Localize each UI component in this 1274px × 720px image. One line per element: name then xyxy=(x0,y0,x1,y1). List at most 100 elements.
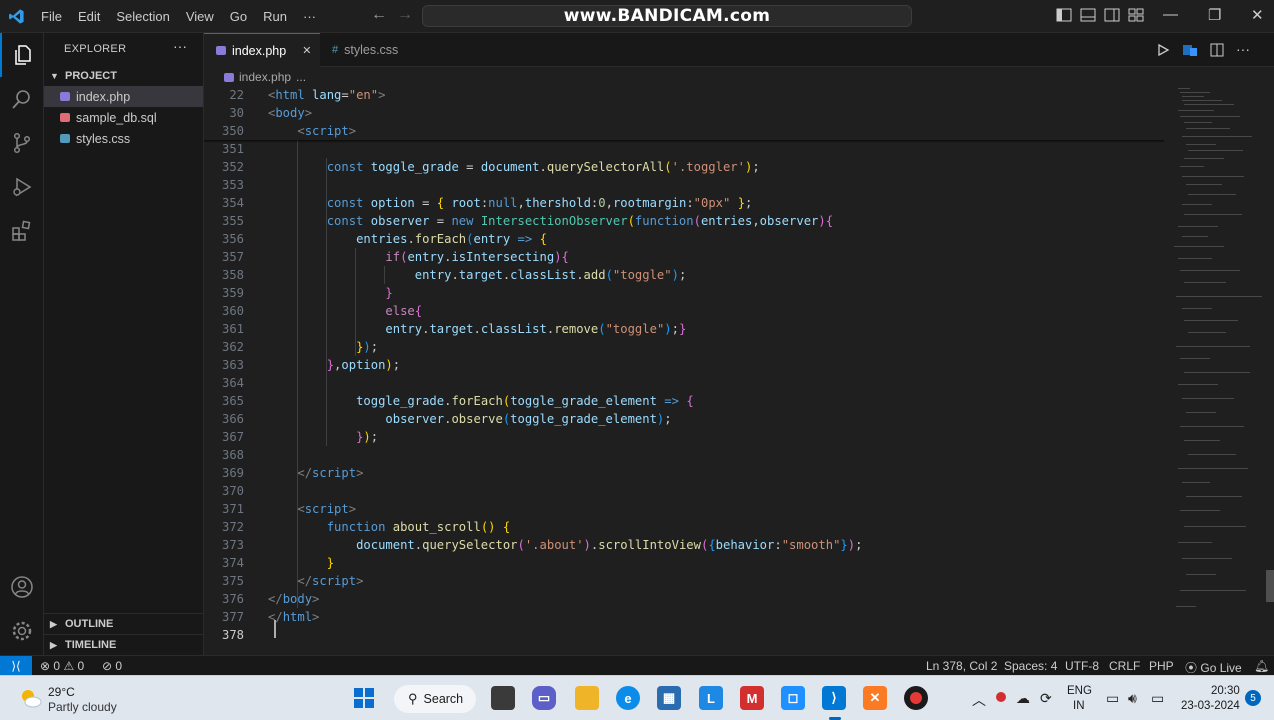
file-item-index-php[interactable]: index.php xyxy=(44,86,203,107)
back-arrow-icon[interactable]: ← xyxy=(371,6,387,24)
clock-time[interactable]: 20:30 xyxy=(1211,685,1240,697)
project-folder-label: PROJECT xyxy=(65,70,117,82)
broadcast-icon: ⦿ xyxy=(1185,661,1198,675)
line-ending[interactable]: CRLF xyxy=(1109,659,1140,673)
file-item-sample-db-sql[interactable]: sample_db.sql xyxy=(44,107,203,128)
language-mode[interactable]: PHP xyxy=(1149,659,1174,673)
editor-tabs: index.php ✕ # styles.css ··· xyxy=(204,33,1274,67)
explorer-icon[interactable] xyxy=(0,33,44,77)
menu-more[interactable]: ··· xyxy=(295,0,324,33)
toggle-panel-icon[interactable] xyxy=(1080,8,1096,22)
more-actions-icon[interactable]: ··· xyxy=(1236,42,1250,57)
toggle-sidebar-icon[interactable] xyxy=(1056,8,1072,22)
code-line: 356 entries.forEach(entry => { xyxy=(204,230,1164,248)
open-preview-icon[interactable] xyxy=(1182,43,1198,57)
php-file-icon xyxy=(216,46,226,55)
task-view-icon[interactable] xyxy=(491,686,515,710)
code-editor[interactable]: 22 <html lang="en"> 30 <body> 350 <script>… xyxy=(204,86,1164,655)
sync-icon[interactable]: ⟳ xyxy=(1040,690,1052,707)
notifications-bell-icon[interactable]: 🔔︎ xyxy=(1254,659,1269,673)
timeline-section-header[interactable]: ▶ TIMELINE xyxy=(50,639,116,651)
xampp-icon[interactable]: ✕ xyxy=(863,686,887,710)
weather-temp[interactable]: 29°C xyxy=(48,685,75,699)
store-icon[interactable]: ▦ xyxy=(657,686,681,710)
split-editor-icon[interactable] xyxy=(1210,43,1224,57)
code-line: 371 <script> xyxy=(204,500,1164,518)
bandicam-icon[interactable] xyxy=(904,686,928,710)
input-language-1[interactable]: ENG xyxy=(1067,685,1092,697)
run-file-icon[interactable] xyxy=(1156,43,1170,57)
notification-badge[interactable]: 5 xyxy=(1245,690,1261,706)
taskbar-search[interactable]: ⚲ Search xyxy=(394,685,476,713)
volume-icon[interactable]: 🔊︎ xyxy=(1128,690,1137,707)
teams-chat-icon[interactable]: ▭ xyxy=(532,686,556,710)
mcafee-icon[interactable]: M xyxy=(740,686,764,710)
file-explorer-icon[interactable] xyxy=(575,686,599,710)
problems-indicator[interactable]: ⊗ 0 ⚠ 0 xyxy=(40,659,84,673)
file-item-styles-css[interactable]: styles.css xyxy=(44,128,203,149)
clock-date[interactable]: 23-03-2024 xyxy=(1181,700,1240,712)
input-language-2[interactable]: IN xyxy=(1073,700,1085,712)
settings-gear-icon[interactable] xyxy=(0,609,44,653)
display-icon[interactable]: ▭ xyxy=(1106,690,1119,707)
search-icon: ⚲ xyxy=(408,691,418,706)
layout-controls xyxy=(1056,8,1144,22)
show-hidden-icons-icon[interactable]: ︿ xyxy=(972,690,986,710)
forward-arrow-icon[interactable]: → xyxy=(397,6,413,24)
project-folder-header[interactable]: ▼ PROJECT xyxy=(50,70,117,82)
minimize-icon[interactable]: — xyxy=(1163,6,1178,23)
tab-styles-css[interactable]: # styles.css xyxy=(320,33,424,67)
editor-actions: ··· xyxy=(1156,42,1250,57)
line-number: 359 xyxy=(221,286,244,300)
edge-browser-icon[interactable]: e xyxy=(616,686,640,710)
battery-icon[interactable]: ▭ xyxy=(1151,690,1164,707)
weather-desc[interactable]: Partly cloudy xyxy=(48,700,117,714)
restore-icon[interactable]: ❐ xyxy=(1208,6,1221,24)
menu-go[interactable]: Go xyxy=(222,0,255,33)
network-cloud-icon[interactable]: ☁ xyxy=(1016,690,1030,707)
close-window-icon[interactable]: ✕ xyxy=(1251,6,1264,24)
menu-selection[interactable]: Selection xyxy=(108,0,177,33)
app-blue-icon[interactable]: ◻ xyxy=(781,686,805,710)
start-button-icon[interactable] xyxy=(352,686,376,710)
explorer-more-icon[interactable]: ··· xyxy=(173,38,187,54)
source-control-icon[interactable] xyxy=(0,121,44,165)
chevron-right-icon: ▶ xyxy=(50,639,57,650)
account-icon[interactable] xyxy=(0,565,44,609)
title-bar: File Edit Selection View Go Run ··· ← → … xyxy=(0,0,1274,33)
extensions-icon[interactable] xyxy=(0,209,44,253)
ports-count: 0 xyxy=(115,659,123,673)
line-number: 365 xyxy=(221,394,244,408)
remote-indicator-icon[interactable]: ⟩⟨ xyxy=(0,656,32,676)
cursor-position[interactable]: Ln 378, Col 2 xyxy=(926,659,997,673)
breadcrumb-file[interactable]: index.php xyxy=(239,70,291,84)
customize-layout-icon[interactable] xyxy=(1128,8,1144,22)
code-line: 370 xyxy=(204,482,1164,500)
close-tab-icon[interactable]: ✕ xyxy=(302,44,311,57)
code-line-current: 378 xyxy=(204,626,1164,644)
indentation[interactable]: Spaces: 4 xyxy=(1004,659,1057,673)
line-number: 363 xyxy=(221,358,244,372)
minimap[interactable] xyxy=(1164,86,1274,655)
menu-file[interactable]: File xyxy=(33,0,70,33)
tab-index-php[interactable]: index.php ✕ xyxy=(204,33,320,67)
recording-dot-icon[interactable] xyxy=(995,690,1007,706)
vertical-scrollbar-thumb[interactable] xyxy=(1266,570,1274,602)
run-debug-icon[interactable] xyxy=(0,165,44,209)
outline-section-header[interactable]: ▶ OUTLINE xyxy=(50,618,113,630)
menu-view[interactable]: View xyxy=(178,0,222,33)
status-bar: ⟩⟨ ⊗ 0 ⚠ 0 ⊘ 0 Ln 378, Col 2 Spaces: 4 U… xyxy=(0,655,1274,676)
command-center[interactable]: www.BANDICAM.com xyxy=(422,5,912,27)
go-live-button[interactable]: ⦿ Go Live xyxy=(1185,659,1242,676)
chevron-right-icon: ▶ xyxy=(50,618,57,629)
menu-run[interactable]: Run xyxy=(255,0,295,33)
menu-edit[interactable]: Edit xyxy=(70,0,108,33)
encoding[interactable]: UTF-8 xyxy=(1065,659,1099,673)
breadcrumb-rest[interactable]: ... xyxy=(296,70,306,84)
search-icon[interactable] xyxy=(0,77,44,121)
ports-indicator[interactable]: ⊘ 0 xyxy=(102,659,122,673)
toggle-secondary-sidebar-icon[interactable] xyxy=(1104,8,1120,22)
weather-icon[interactable] xyxy=(18,686,42,710)
app-l-icon[interactable]: L xyxy=(699,686,723,710)
vscode-taskbar-icon[interactable]: ⟩ xyxy=(822,686,846,710)
